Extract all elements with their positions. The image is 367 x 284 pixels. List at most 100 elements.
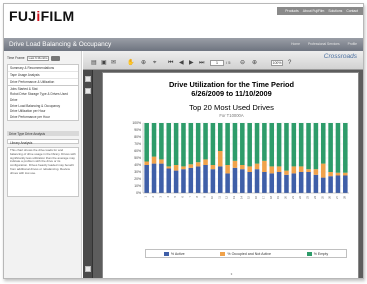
header-link-profile[interactable]: Profile [348, 42, 357, 46]
menu-item[interactable]: Summary & Recommendations [8, 65, 78, 72]
menu-item[interactable]: Tape Usage Analysis [8, 72, 78, 79]
help-icon[interactable]: ? [288, 59, 291, 67]
bar-segment [298, 123, 304, 167]
pages-panel-icon[interactable] [85, 76, 91, 82]
section-header[interactable]: Drive Type Drive Analysis [7, 131, 79, 136]
page-number-input[interactable]: 1 [210, 60, 224, 66]
print-icon[interactable]: ▤ [91, 59, 97, 67]
bar-segment [217, 123, 223, 151]
legend-item: % Active [163, 251, 185, 256]
x-tick-label: 10 [210, 195, 214, 198]
bar-segment [188, 164, 194, 168]
top-nav-item[interactable]: Solutions [328, 9, 342, 13]
bar-segment [254, 123, 260, 164]
logo-text-main: FUJ [9, 8, 37, 24]
first-page-icon[interactable]: ⏮ [168, 59, 173, 67]
zoom-input[interactable]: 100% [271, 60, 283, 66]
bar-segment [306, 172, 311, 193]
pdf-viewer: ▤ ▣ ✉ ✋ ⊕ ⌖ ⏮ ◀ ▶ ⏭ 1 / 5 ⊖ ⊕ 100% ? Cro… [83, 51, 363, 278]
info-text: This chart shows the drive loads for and… [7, 147, 79, 197]
x-tick-label: 14 [239, 195, 243, 198]
bar-segment [166, 168, 172, 193]
section-header[interactable]: Library Analysis [7, 139, 79, 145]
zoom-out-icon[interactable]: ⊖ [240, 59, 245, 67]
bar-segment [210, 169, 216, 193]
x-tick-label: 16 [254, 195, 258, 198]
bar-segment [313, 123, 319, 170]
save-icon[interactable]: ▣ [101, 59, 107, 67]
attachments-panel-icon[interactable] [85, 266, 91, 272]
x-tick-label: 4 [166, 195, 170, 197]
time-frame-select[interactable]: Last 6 Months [26, 55, 49, 61]
zoom-in-button-icon[interactable]: ⊕ [252, 59, 257, 67]
top-nav-item[interactable]: About FujiFilm [303, 9, 325, 13]
bar-segment [232, 123, 238, 161]
x-tick-label: 28 [342, 195, 346, 198]
bar-segment [291, 173, 297, 193]
header-link-home[interactable]: Home [291, 42, 300, 46]
sidebar: Time Frame Last 6 Months Summary & Recom… [4, 51, 82, 278]
bar-segment [210, 165, 216, 170]
header-bar: Drive Load Balancing & Occupancy Home Pr… [4, 38, 363, 51]
x-tick-label: 19 [276, 195, 280, 198]
fujifilm-logo[interactable]: FUJiFILM [9, 8, 74, 24]
menu-item[interactable]: Robot Drive Storage Type & Drives Used [8, 92, 78, 98]
y-tick-label: 40% [134, 163, 141, 167]
y-tick-label: 60% [134, 149, 141, 153]
time-frame-selector: Time Frame Last 6 Months [7, 55, 60, 61]
bar-segment [320, 163, 326, 178]
bar-segment [232, 160, 238, 168]
bar-segment [173, 123, 179, 165]
prev-page-icon[interactable]: ◀ [179, 59, 184, 67]
time-frame-label: Time Frame [7, 56, 25, 60]
bar-segment [298, 172, 304, 193]
bar-segment [240, 165, 245, 170]
legend-swatch [306, 251, 312, 256]
menu-item[interactable]: Drive Performance per Hour [8, 114, 78, 120]
legend-item: % Occupied and Not Active [220, 251, 271, 256]
bar-segment [343, 175, 348, 193]
bar-segment [159, 123, 164, 160]
x-tick-label: 5 [173, 195, 177, 197]
x-tick-label: 8 [195, 195, 199, 197]
bar-segment [269, 173, 275, 193]
bar-segment [225, 165, 230, 174]
bar-segment [284, 170, 289, 175]
zoom-in-icon[interactable]: ⊕ [141, 59, 146, 67]
bar-segment [291, 166, 297, 174]
bar-segment [203, 123, 208, 160]
email-icon[interactable]: ✉ [111, 59, 116, 67]
bar-segment [181, 166, 186, 170]
bar-segment [320, 177, 326, 193]
bookmarks-panel-icon[interactable] [85, 88, 91, 94]
page-footer-number: 3 [230, 272, 233, 276]
last-page-icon[interactable]: ⏭ [199, 59, 204, 67]
x-tick-label: 18 [269, 195, 273, 198]
bar-segment [144, 165, 149, 193]
next-page-icon[interactable]: ▶ [189, 59, 194, 67]
x-tick-label: 27 [335, 195, 339, 198]
legend-swatch [163, 251, 169, 256]
bar-segment [144, 161, 149, 165]
x-tick-label: 13 [232, 195, 236, 198]
legend-label: % Active [170, 251, 185, 256]
bar-segment [225, 173, 230, 193]
hand-icon[interactable]: ✋ [127, 59, 134, 67]
bar-segment [335, 175, 341, 193]
sub-menu: Jobs Started & Stat Robot Drive Storage … [7, 85, 79, 121]
bar-segment [195, 166, 201, 193]
bar-segment [240, 123, 245, 165]
header-link-services[interactable]: Professional Services [308, 42, 340, 46]
report-menu: Summary & Recommendations Tape Usage Ana… [7, 64, 79, 87]
bar-segment [240, 169, 245, 193]
bar-segment [320, 123, 326, 164]
x-tick-label: 9 [203, 195, 207, 197]
viewer-side-panel [83, 70, 93, 278]
bar-segment [232, 167, 238, 193]
bar-segment [159, 163, 164, 193]
select-icon[interactable]: ⌖ [153, 59, 156, 67]
x-tick-label: 22 [298, 195, 302, 198]
go-button[interactable] [50, 55, 60, 61]
top-nav-item[interactable]: Contact [346, 9, 358, 13]
top-nav-item[interactable]: Products [285, 9, 298, 13]
